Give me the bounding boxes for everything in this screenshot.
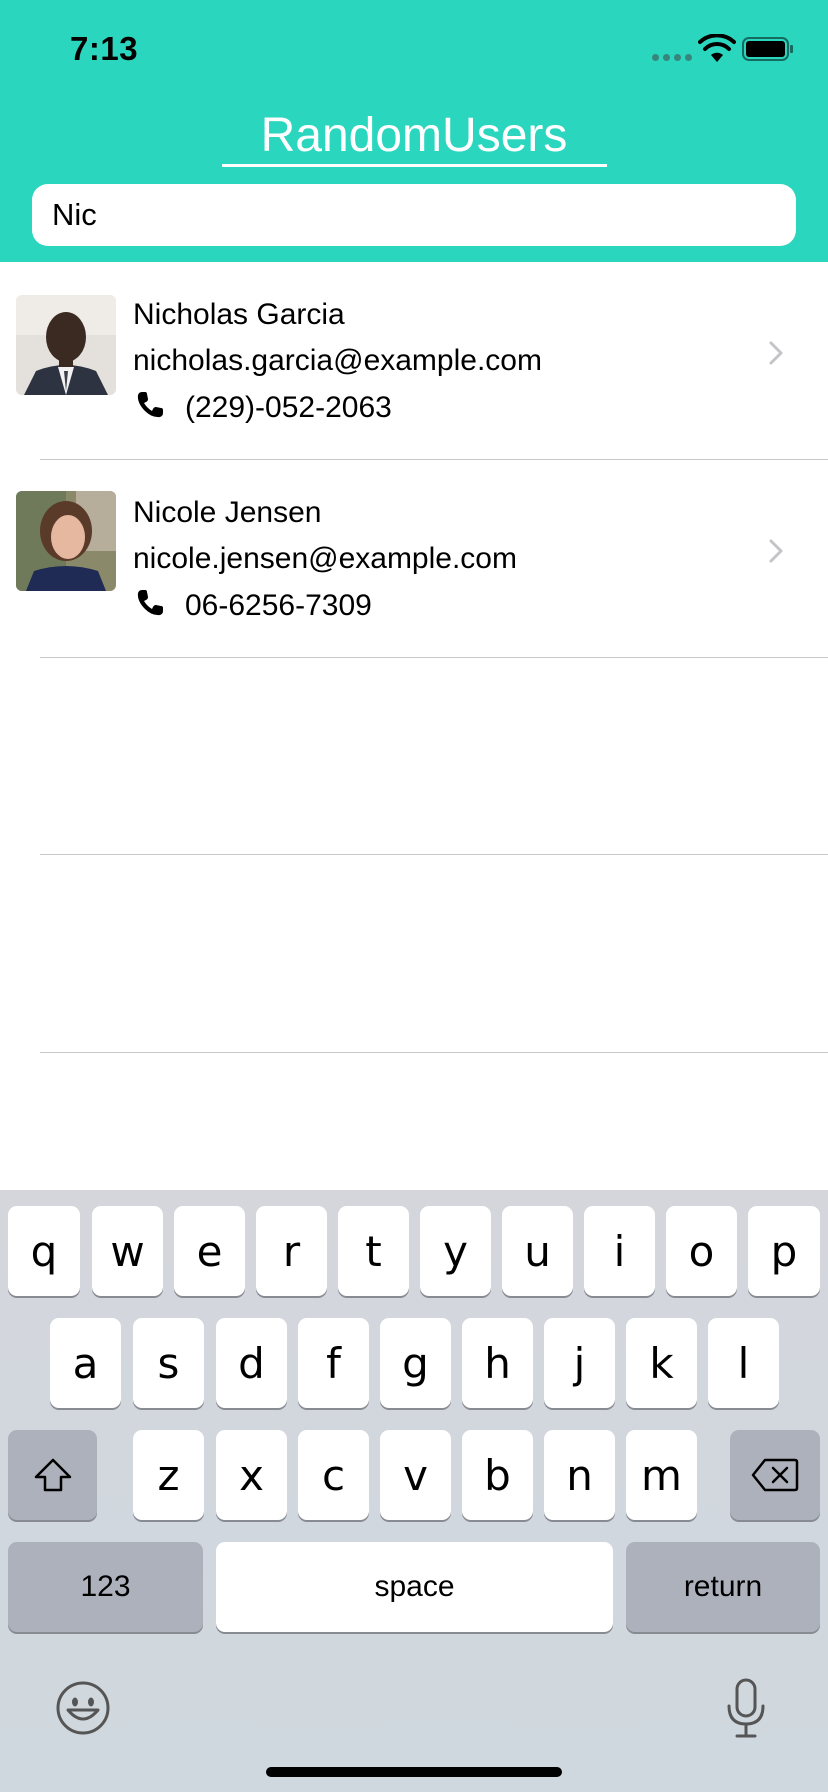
user-name: Nicholas Garcia	[133, 298, 345, 331]
key-d[interactable]: d	[216, 1318, 287, 1408]
avatar	[16, 295, 116, 395]
user-email: nicole.jensen@example.com	[133, 542, 517, 575]
key-s[interactable]: s	[133, 1318, 204, 1408]
key-f[interactable]: f	[298, 1318, 369, 1408]
row-divider	[40, 854, 828, 855]
key-e[interactable]: e	[174, 1206, 245, 1296]
key-m[interactable]: m	[626, 1430, 697, 1520]
key-w[interactable]: w	[92, 1206, 163, 1296]
space-key[interactable]: space	[216, 1542, 613, 1632]
keyboard: q w e r t y u i o p a s d f g h j k l z …	[0, 1190, 828, 1792]
user-email: nicholas.garcia@example.com	[133, 344, 542, 377]
backspace-key[interactable]	[730, 1430, 820, 1520]
cellular-signal-icon	[652, 54, 692, 61]
key-z[interactable]: z	[133, 1430, 204, 1520]
key-q[interactable]: q	[8, 1206, 80, 1296]
chevron-right-icon	[769, 341, 783, 365]
user-phone: 06-6256-7309	[185, 589, 372, 622]
key-x[interactable]: x	[216, 1430, 287, 1520]
app-header: 7:13 RandomUsers Nic	[0, 0, 828, 262]
battery-icon	[742, 37, 793, 61]
shift-icon	[34, 1458, 71, 1492]
status-time: 7:13	[70, 30, 139, 67]
key-y[interactable]: y	[420, 1206, 491, 1296]
app-title: RandomUsers	[260, 109, 568, 162]
key-g[interactable]: g	[380, 1318, 451, 1408]
key-a[interactable]: a	[50, 1318, 121, 1408]
microphone-icon[interactable]	[725, 1678, 767, 1740]
title-underline	[222, 164, 607, 167]
phone-icon	[137, 590, 163, 616]
user-phone: (229)-052-2063	[185, 391, 392, 424]
wifi-icon	[698, 34, 736, 62]
search-input[interactable]: Nic	[32, 184, 796, 246]
home-indicator	[266, 1767, 562, 1777]
key-n[interactable]: n	[544, 1430, 615, 1520]
user-row[interactable]: Nicole Jensen nicole.jensen@example.com …	[0, 460, 828, 658]
backspace-icon	[751, 1458, 799, 1492]
key-r[interactable]: r	[256, 1206, 327, 1296]
user-row[interactable]: Nicholas Garcia nicholas.garcia@example.…	[0, 262, 828, 460]
key-b[interactable]: b	[462, 1430, 533, 1520]
avatar	[16, 491, 116, 591]
key-p[interactable]: p	[748, 1206, 820, 1296]
key-c[interactable]: c	[298, 1430, 369, 1520]
key-h[interactable]: h	[462, 1318, 533, 1408]
emoji-icon[interactable]	[55, 1680, 111, 1736]
key-l[interactable]: l	[708, 1318, 779, 1408]
row-divider	[40, 657, 828, 658]
return-key[interactable]: return	[626, 1542, 820, 1632]
shift-key[interactable]	[8, 1430, 97, 1520]
key-t[interactable]: t	[338, 1206, 409, 1296]
numbers-key[interactable]: 123	[8, 1542, 203, 1632]
key-j[interactable]: j	[544, 1318, 615, 1408]
row-divider	[40, 1052, 828, 1053]
phone-icon	[137, 392, 163, 418]
key-k[interactable]: k	[626, 1318, 697, 1408]
key-v[interactable]: v	[380, 1430, 451, 1520]
key-i[interactable]: i	[584, 1206, 655, 1296]
key-u[interactable]: u	[502, 1206, 573, 1296]
user-name: Nicole Jensen	[133, 496, 322, 529]
key-o[interactable]: o	[666, 1206, 737, 1296]
chevron-right-icon	[769, 539, 783, 563]
